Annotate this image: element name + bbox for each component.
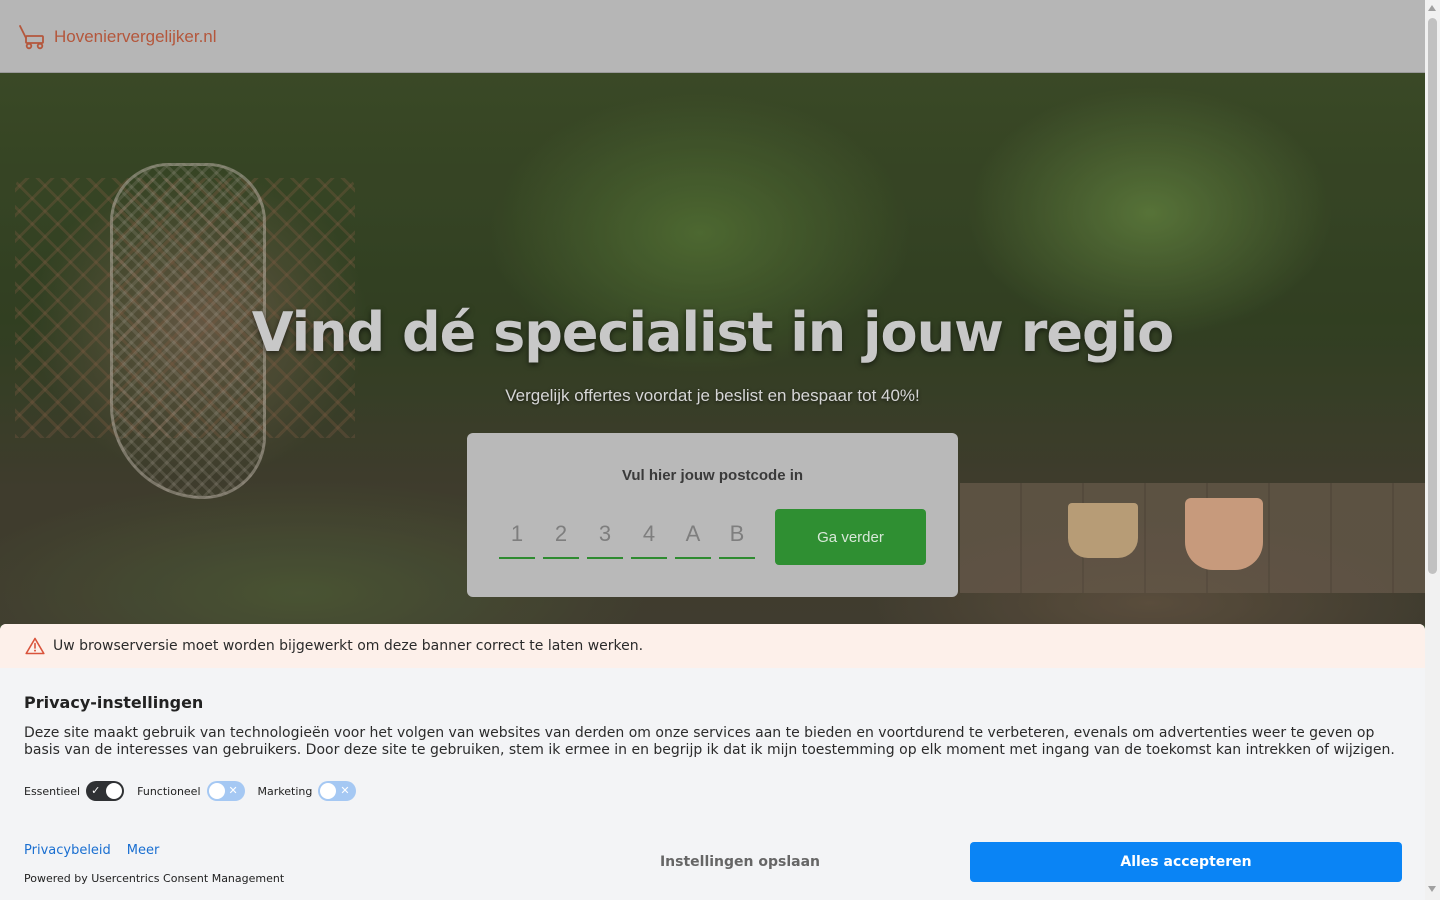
warning-text: Uw browserversie moet worden bijgewerkt … <box>53 638 644 654</box>
continue-button[interactable]: Ga verder <box>775 509 926 565</box>
site-header: Hoveniervergelijker.nl <box>0 0 1425 73</box>
hero-subtitle: Vergelijk offertes voordat je beslist en… <box>505 386 920 405</box>
toggle-knob <box>208 783 225 799</box>
more-link[interactable]: Meer <box>127 843 160 858</box>
postcode-letter-1[interactable] <box>675 511 711 559</box>
site-logo[interactable]: Hoveniervergelijker.nl <box>18 24 217 50</box>
toggle-essential[interactable]: ✓ <box>86 781 125 801</box>
save-settings-button[interactable]: Instellingen opslaan <box>560 842 920 882</box>
consent-links: Privacybeleid Meer <box>24 843 159 858</box>
scroll-up-arrow-icon[interactable] <box>1428 5 1436 11</box>
postcode-digit-1[interactable] <box>499 511 535 559</box>
hero-title: Vind dé specialist in jouw regio <box>251 301 1175 364</box>
consent-banner: Uw browserversie moet worden bijgewerkt … <box>0 624 1425 900</box>
browser-warning: Uw browserversie moet worden bijgewerkt … <box>0 624 1425 668</box>
hero-content: Vind dé specialist in jouw regio Vergeli… <box>0 73 1425 625</box>
postcode-digit-2[interactable] <box>543 511 579 559</box>
privacy-policy-link[interactable]: Privacybeleid <box>24 843 111 858</box>
privacy-title: Privacy-instellingen <box>24 693 204 712</box>
toggle-marketing[interactable]: ✕ <box>318 781 357 801</box>
scrollbar-thumb[interactable] <box>1428 18 1437 574</box>
toggle-label-essential: Essentieel <box>24 784 81 798</box>
toggle-functional[interactable]: ✕ <box>206 781 245 801</box>
postcode-digit-4[interactable] <box>631 511 667 559</box>
logo-text: Hoveniervergelijker.nl <box>54 27 217 46</box>
toggle-label-functional: Functioneel <box>137 784 201 798</box>
postcode-digit-3[interactable] <box>587 511 623 559</box>
privacy-description: Deze site maakt gebruik van technologieë… <box>24 725 1395 758</box>
close-icon: ✕ <box>340 784 350 797</box>
check-icon: ✓ <box>91 784 101 797</box>
toggle-knob <box>106 783 123 799</box>
powered-by-text: Powered by Usercentrics Consent Manageme… <box>24 872 285 885</box>
toggle-knob <box>320 783 337 799</box>
lawnmower-icon <box>19 25 44 50</box>
consent-toggles: Essentieel ✓ Functioneel ✕ Marketing ✕ <box>24 781 369 801</box>
page-scrollbar[interactable] <box>1425 0 1440 900</box>
toggle-label-marketing: Marketing <box>257 784 313 798</box>
accept-all-button[interactable]: Alles accepteren <box>970 842 1402 882</box>
hero-section: Vind dé specialist in jouw regio Vergeli… <box>0 73 1425 625</box>
postcode-card: Vul hier jouw postcode in Ga verder <box>467 433 958 597</box>
warning-icon <box>25 637 45 655</box>
postcode-letter-2[interactable] <box>719 511 755 559</box>
scroll-down-arrow-icon[interactable] <box>1428 886 1436 892</box>
postcode-label: Vul hier jouw postcode in <box>621 467 804 484</box>
close-icon: ✕ <box>228 784 238 797</box>
